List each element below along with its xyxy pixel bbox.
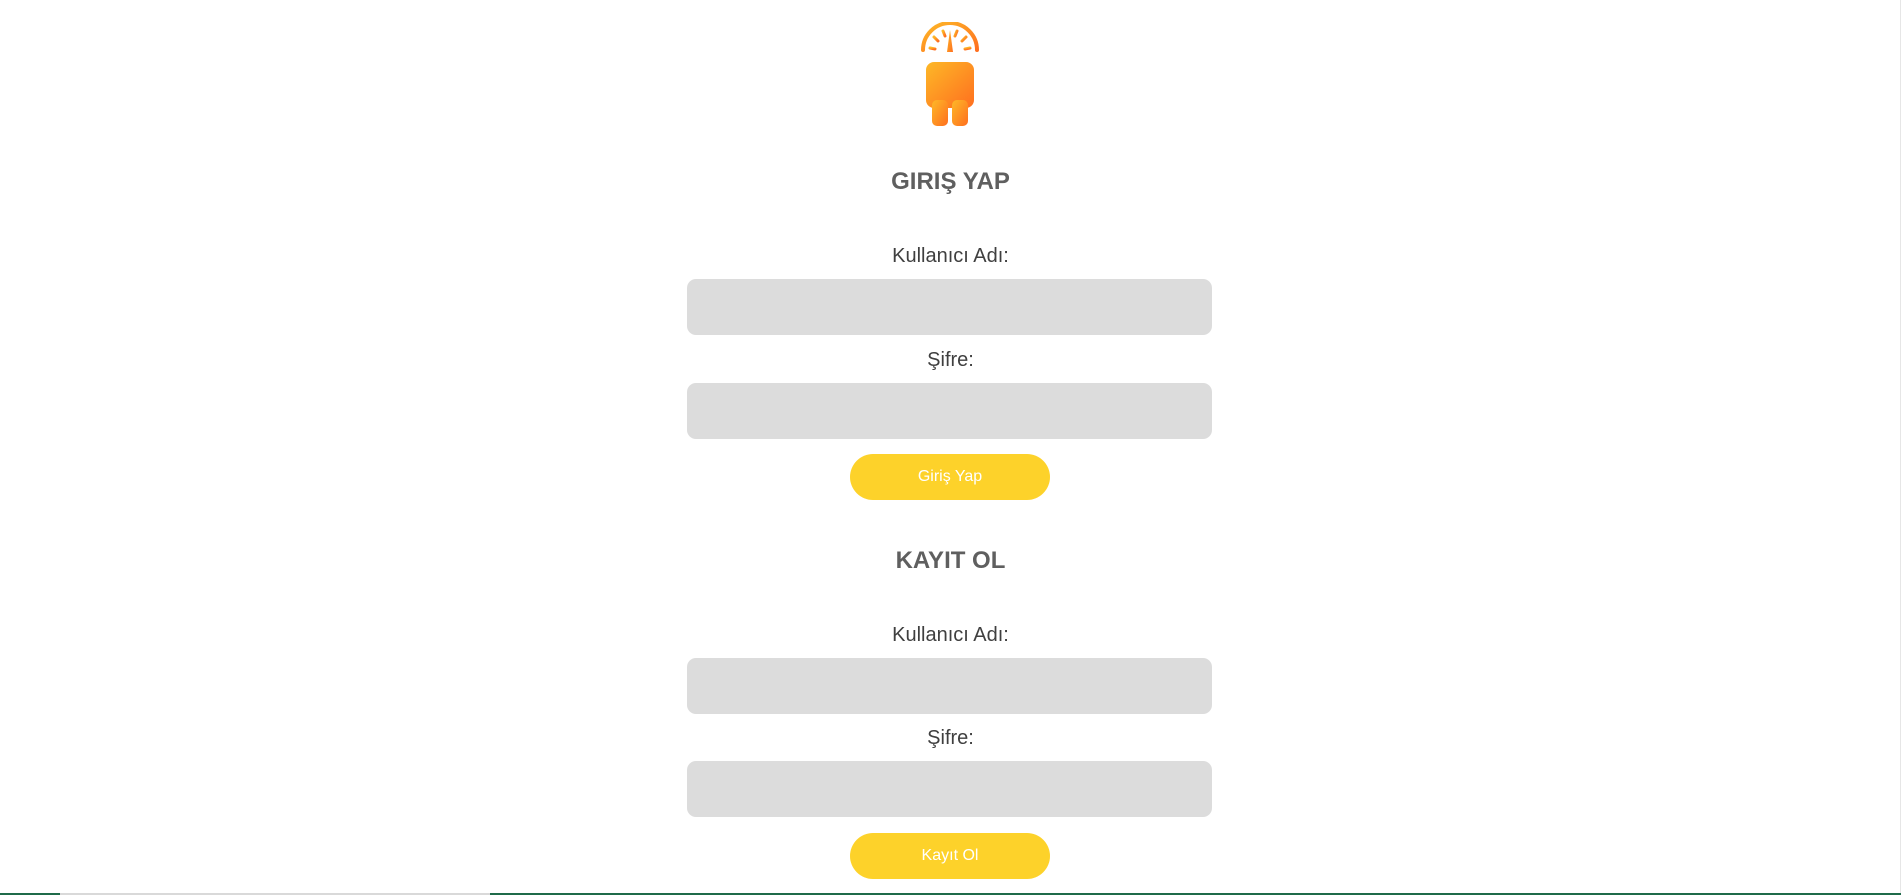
- register-username-input[interactable]: [687, 658, 1212, 714]
- register-button[interactable]: Kayıt Ol: [850, 833, 1050, 879]
- login-password-label: Şifre:: [927, 349, 974, 371]
- register-title: KAYIT OL: [895, 547, 1006, 574]
- login-username-input[interactable]: [687, 279, 1212, 335]
- login-username-label: Kullanıcı Adı:: [892, 245, 1009, 267]
- login-password-input[interactable]: [687, 383, 1212, 439]
- register-password-input[interactable]: [687, 761, 1212, 817]
- register-username-label: Kullanıcı Adı:: [892, 624, 1009, 646]
- logo-svg: [921, 21, 979, 126]
- page-content: GIRIŞ YAP Kullanıcı Adı: Şifre: Giriş Ya…: [0, 0, 1901, 895]
- login-title: GIRIŞ YAP: [891, 168, 1010, 195]
- login-button[interactable]: Giriş Yap: [850, 454, 1050, 500]
- speedometer-person-icon: [920, 21, 980, 128]
- login-page: GIRIŞ YAP Kullanıcı Adı: Şifre: Giriş Ya…: [0, 0, 1901, 895]
- register-password-label: Şifre:: [927, 727, 974, 749]
